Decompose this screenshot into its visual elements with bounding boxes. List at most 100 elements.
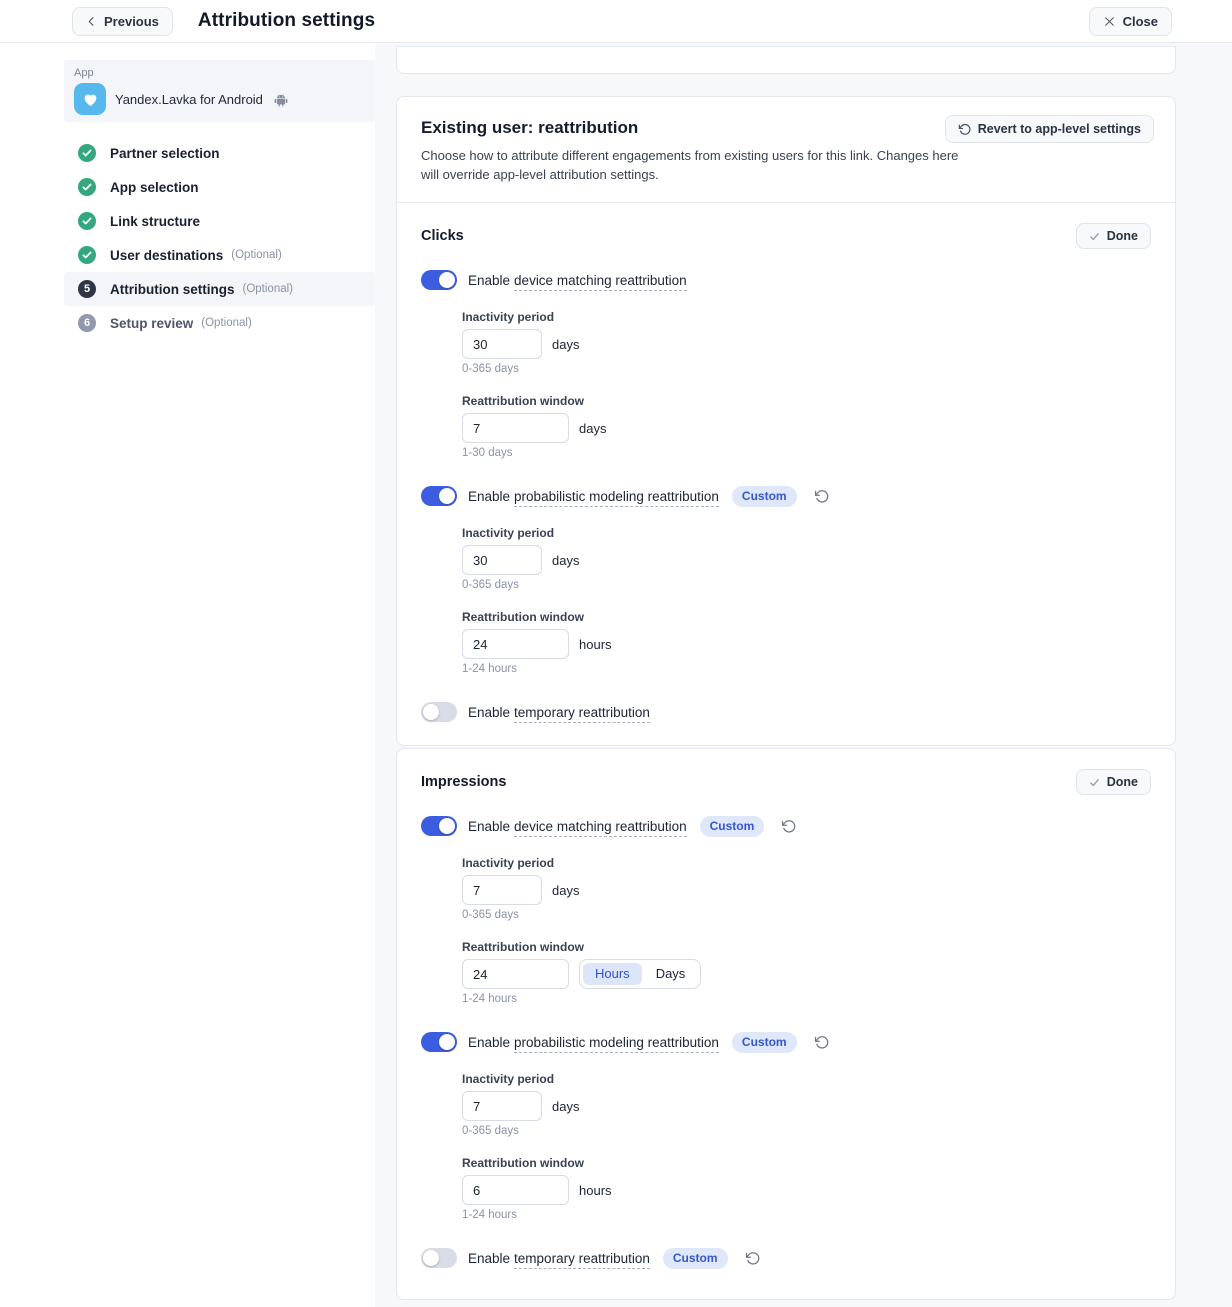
clicks-device-window-input[interactable] bbox=[462, 413, 569, 443]
clicks-device-matching-row: Enabledevice matching reattribution bbox=[421, 269, 1151, 291]
clicks-device-inactivity-input[interactable] bbox=[462, 329, 542, 359]
top-bar: Previous Attribution settings Close bbox=[0, 0, 1232, 43]
previous-button[interactable]: Previous bbox=[72, 7, 173, 36]
sidebar-item-app-selection[interactable]: App selection bbox=[64, 170, 375, 204]
impressions-device-matching-toggle[interactable] bbox=[421, 816, 457, 836]
unit-label: days bbox=[552, 883, 579, 898]
clicks-device-matching-toggle[interactable] bbox=[421, 270, 457, 290]
unit-label: hours bbox=[579, 1183, 612, 1198]
done-button-label: Done bbox=[1107, 229, 1138, 243]
impressions-probabilistic-inactivity-input[interactable] bbox=[462, 1091, 542, 1121]
app-summary: App Yandex.Lavka for Android bbox=[64, 60, 375, 122]
sidebar-item-user-destinations[interactable]: User destinations (Optional) bbox=[64, 238, 375, 272]
tooltip-term[interactable]: probabilistic modeling reattribution bbox=[514, 489, 719, 507]
inactivity-period-field: Inactivity period days 0-365 days bbox=[462, 856, 1151, 921]
app-logo-icon bbox=[74, 83, 106, 115]
inactivity-period-field: Inactivity period days 0-365 days bbox=[462, 526, 1151, 591]
impressions-probabilistic-window-input[interactable] bbox=[462, 1175, 569, 1205]
range-hint: 0-365 days bbox=[462, 363, 1151, 375]
clicks-section: Clicks Done Enabledevice matching reattr… bbox=[397, 203, 1175, 745]
reattribution-window-field: Reattribution window hours 1-24 hours bbox=[462, 610, 1151, 675]
unit-option-days[interactable]: Days bbox=[644, 963, 698, 985]
step-label: Partner selection bbox=[110, 146, 220, 161]
sidebar-item-attribution-settings[interactable]: 5 Attribution settings (Optional) bbox=[64, 272, 375, 306]
custom-badge: Custom bbox=[663, 1248, 728, 1269]
unit-label: hours bbox=[579, 637, 612, 652]
revert-icon[interactable] bbox=[745, 1251, 760, 1266]
range-hint: 0-365 days bbox=[462, 579, 1151, 591]
revert-to-app-level-button[interactable]: Revert to app-level settings bbox=[945, 115, 1154, 143]
custom-badge: Custom bbox=[700, 816, 765, 837]
revert-icon[interactable] bbox=[814, 489, 829, 504]
step-optional-tag: (Optional) bbox=[243, 283, 294, 295]
sidebar-item-partner-selection[interactable]: Partner selection bbox=[64, 136, 375, 170]
impressions-device-inactivity-input[interactable] bbox=[462, 875, 542, 905]
impressions-done-button[interactable]: Done bbox=[1076, 769, 1151, 795]
reattribution-window-field: Reattribution window hours 1-24 hours bbox=[462, 1156, 1151, 1221]
previous-button-label: Previous bbox=[104, 14, 159, 29]
revert-icon[interactable] bbox=[781, 819, 796, 834]
field-label: Reattribution window bbox=[462, 394, 1151, 408]
impressions-device-window-input[interactable] bbox=[462, 959, 569, 989]
clicks-probabilistic-inactivity-input[interactable] bbox=[462, 545, 542, 575]
unit-segmented-control: Hours Days bbox=[579, 959, 701, 989]
tooltip-term[interactable]: temporary reattribution bbox=[514, 705, 650, 723]
sidebar-item-link-structure[interactable]: User destinations Link structure bbox=[64, 204, 375, 238]
close-button[interactable]: Close bbox=[1089, 7, 1172, 36]
unit-label: days bbox=[552, 337, 579, 352]
custom-badge: Custom bbox=[732, 1032, 797, 1053]
impressions-temporary-row: Enabletemporary reattribution Custom bbox=[421, 1247, 1151, 1269]
toggle-label: Enabledevice matching reattribution bbox=[468, 273, 687, 288]
impressions-probabilistic-toggle[interactable] bbox=[421, 1032, 457, 1052]
toggle-label: Enableprobabilistic modeling reattributi… bbox=[468, 1035, 719, 1050]
reattribution-window-field: Reattribution window days 1-30 days bbox=[462, 394, 1151, 459]
impressions-card: Impressions Done Enabledevice matching r… bbox=[396, 748, 1176, 1300]
step-label: App selection bbox=[110, 180, 199, 195]
chevron-left-icon bbox=[86, 16, 97, 27]
field-label: Inactivity period bbox=[462, 856, 1151, 870]
android-platform-icon bbox=[274, 93, 288, 107]
custom-badge: Custom bbox=[732, 486, 797, 507]
unit-label: days bbox=[552, 553, 579, 568]
tooltip-term[interactable]: device matching reattribution bbox=[514, 273, 687, 291]
field-label: Reattribution window bbox=[462, 610, 1151, 624]
section-description: Choose how to attribute different engage… bbox=[421, 146, 969, 184]
clicks-done-button[interactable]: Done bbox=[1076, 223, 1151, 249]
unit-label: days bbox=[552, 1099, 579, 1114]
close-icon bbox=[1103, 15, 1116, 28]
sidebar-item-setup-review[interactable]: 6 Setup review (Optional) bbox=[64, 306, 375, 340]
check-icon bbox=[1089, 231, 1100, 242]
field-label: Reattribution window bbox=[462, 1156, 1151, 1170]
main-content: Existing user: reattribution Choose how … bbox=[375, 43, 1232, 1307]
unit-option-hours[interactable]: Hours bbox=[583, 963, 642, 985]
range-hint: 1-24 hours bbox=[462, 663, 1151, 675]
range-hint: 1-30 days bbox=[462, 447, 1151, 459]
clicks-probabilistic-window-input[interactable] bbox=[462, 629, 569, 659]
toggle-label: Enableprobabilistic modeling reattributi… bbox=[468, 489, 719, 504]
tooltip-term[interactable]: device matching reattribution bbox=[514, 819, 687, 837]
tooltip-term[interactable]: probabilistic modeling reattribution bbox=[514, 1035, 719, 1053]
app-name: Yandex.Lavka for Android bbox=[115, 92, 263, 107]
revert-icon[interactable] bbox=[814, 1035, 829, 1050]
field-label: Reattribution window bbox=[462, 940, 1151, 954]
clicks-temporary-toggle[interactable] bbox=[421, 702, 457, 722]
step-optional-tag: (Optional) bbox=[201, 317, 252, 329]
wizard-steps: Partner selection App selection User des… bbox=[64, 136, 375, 340]
impressions-section: Impressions Done Enabledevice matching r… bbox=[397, 749, 1175, 1299]
toggle-label: Enabledevice matching reattribution bbox=[468, 819, 687, 834]
unit-label: days bbox=[579, 421, 606, 436]
impressions-temporary-toggle[interactable] bbox=[421, 1248, 457, 1268]
revert-icon bbox=[958, 123, 971, 136]
clicks-probabilistic-toggle[interactable] bbox=[421, 486, 457, 506]
step-label: Link structure bbox=[110, 214, 200, 229]
clicks-heading: Clicks bbox=[421, 228, 464, 244]
step-label: Attribution settings bbox=[110, 282, 235, 297]
field-label: Inactivity period bbox=[462, 310, 1151, 324]
range-hint: 1-24 hours bbox=[462, 993, 1151, 1005]
page-title: Attribution settings bbox=[198, 10, 375, 32]
step-done-check-icon bbox=[78, 246, 96, 264]
step-done-check-icon bbox=[78, 144, 96, 162]
reattribution-card-header: Existing user: reattribution Choose how … bbox=[397, 97, 1175, 202]
step-number-icon: 6 bbox=[78, 314, 96, 332]
previous-section-card bbox=[396, 46, 1176, 74]
